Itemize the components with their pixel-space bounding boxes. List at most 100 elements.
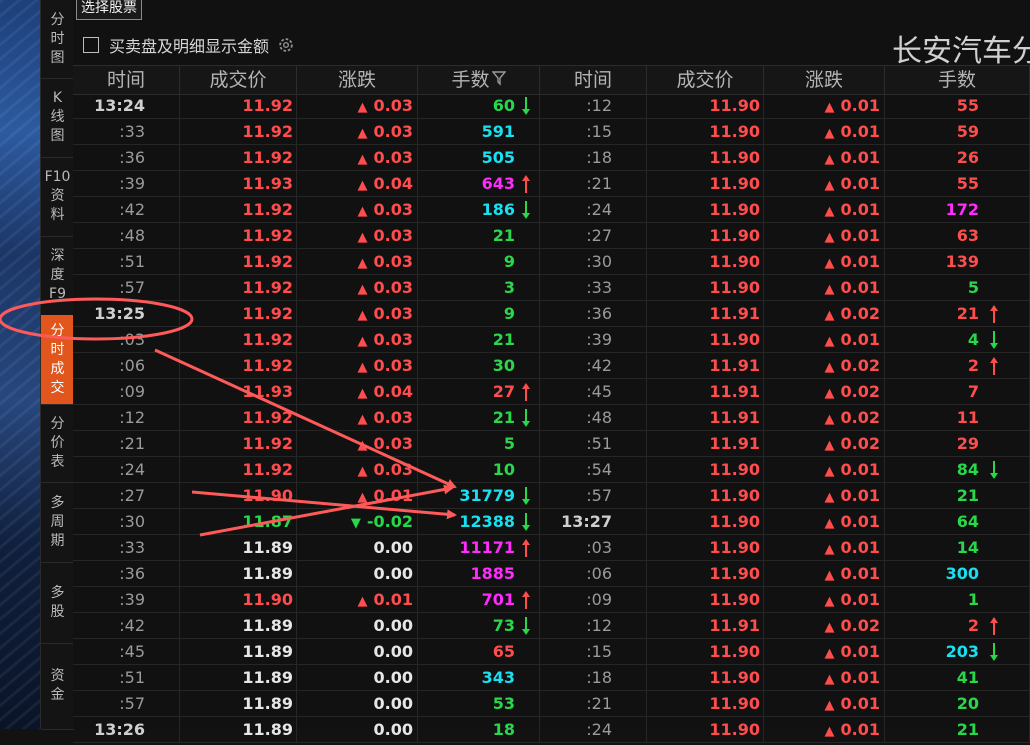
volume-cell: 2 [885,353,1030,379]
table-row[interactable]: :42 11.92 ▲ 0.03 186:24 11.90 ▲ 0.01 172 [73,197,1030,223]
change-cell: 0.00 [297,691,418,717]
price-cell: 11.92 [180,431,297,457]
nav-item-1[interactable]: K 线 图 [41,78,74,158]
price-cell: 11.92 [180,119,297,145]
time-cell: :03 [73,327,180,353]
change-cell: ▲ 0.03 [297,405,418,431]
table-row[interactable]: :51 11.89 0.00 343:18 11.90 ▲ 0.01 41 [73,665,1030,691]
change-value: 0.01 [373,486,413,505]
change-cell: ▲ 0.01 [764,587,885,613]
table-row[interactable]: :57 11.89 0.00 53:21 11.90 ▲ 0.01 20 [73,691,1030,717]
filter-icon[interactable] [491,70,506,86]
table-row[interactable]: :06 11.92 ▲ 0.03 30:42 11.91 ▲ 0.02 2 [73,353,1030,379]
nav-item-4[interactable]: 分 时 成 交 [41,315,74,405]
triangle-up-icon: ▲ [357,126,368,141]
show-amount-label: 买卖盘及明细显示金额 [109,37,270,56]
nav-item-6[interactable]: 多 周 期 [41,482,74,563]
price-cell: 11.90 [180,483,297,509]
table-row[interactable]: :03 11.92 ▲ 0.03 21:39 11.90 ▲ 0.01 4 [73,327,1030,353]
arrow-up-icon [990,617,998,635]
table-row[interactable]: :36 11.89 0.00 1885:06 11.90 ▲ 0.01 300 [73,561,1030,587]
price-cell: 11.90 [647,483,764,509]
table-row[interactable]: 13:25 11.92 ▲ 0.03 9:36 11.91 ▲ 0.02 21 [73,301,1030,327]
triangle-down-icon: ▼ [350,516,361,531]
header-cell[interactable]: 手数 [418,66,540,94]
header-cell[interactable]: 时间 [73,66,180,94]
triangle-up-icon: ▲ [824,724,835,739]
price-cell: 11.91 [647,353,764,379]
price-cell: 11.90 [180,587,297,613]
header-cell[interactable]: 成交价 [180,66,297,94]
triangle-up-icon: ▲ [824,594,835,609]
arrow-down-icon [990,331,998,349]
table-row[interactable]: :33 11.92 ▲ 0.03 591:15 11.90 ▲ 0.01 59 [73,119,1030,145]
time-cell: :33 [73,535,180,561]
price-cell: 11.92 [180,405,297,431]
table-row[interactable]: :51 11.92 ▲ 0.03 9:30 11.90 ▲ 0.01 139 [73,249,1030,275]
header-cell[interactable]: 涨跌 [764,66,885,94]
nav-item-3[interactable]: 深 度 F9 [41,236,74,316]
change-value: 0.00 [373,642,413,661]
table-row[interactable]: :12 11.92 ▲ 0.03 21:48 11.91 ▲ 0.02 11 [73,405,1030,431]
table-row[interactable]: :39 11.93 ▲ 0.04 643:21 11.90 ▲ 0.01 55 [73,171,1030,197]
table-row[interactable]: :39 11.90 ▲ 0.01 701:09 11.90 ▲ 0.01 1 [73,587,1030,613]
select-stock-button[interactable]: 选择股票 [76,0,142,20]
table-row[interactable]: :27 11.90 ▲ 0.01 31779:57 11.90 ▲ 0.01 21 [73,483,1030,509]
table-row[interactable]: :33 11.89 0.00 11171:03 11.90 ▲ 0.01 14 [73,535,1030,561]
price-cell: 11.92 [180,145,297,171]
table-row[interactable]: 13:24 11.92 ▲ 0.03 60:12 11.90 ▲ 0.01 55 [73,93,1030,119]
change-cell: ▲ 0.04 [297,379,418,405]
price-cell: 11.90 [647,249,764,275]
change-value: 0.01 [840,278,880,297]
price-cell: 11.90 [647,145,764,171]
change-value: 0.01 [840,96,880,115]
header-cell[interactable]: 手数 [885,66,1030,94]
triangle-up-icon: ▲ [824,490,835,505]
time-cell: :57 [73,691,180,717]
change-cell: ▲ 0.02 [764,613,885,639]
table-row[interactable]: :57 11.92 ▲ 0.03 3:33 11.90 ▲ 0.01 5 [73,275,1030,301]
triangle-up-icon: ▲ [357,464,368,479]
table-row[interactable]: 13:26 11.89 0.00 18:24 11.90 ▲ 0.01 21 [73,717,1030,743]
header-cell[interactable]: 时间 [540,66,647,94]
table-row[interactable]: :30 11.87 ▼ -0.02 12388 13:27 11.90 ▲ 0.01 64 [73,509,1030,535]
volume-cell: 64 [885,509,1030,535]
change-value: 0.04 [373,174,413,193]
time-cell: :39 [73,171,180,197]
table-row[interactable]: :45 11.89 0.00 65:15 11.90 ▲ 0.01 203 [73,639,1030,665]
nav-item-0[interactable]: 分 时 图 [41,0,74,79]
table-row[interactable]: :48 11.92 ▲ 0.03 21:27 11.90 ▲ 0.01 63 [73,223,1030,249]
table-row[interactable]: :09 11.93 ▲ 0.04 27:45 11.91 ▲ 0.02 7 [73,379,1030,405]
nav-item-2[interactable]: F10 资 料 [41,157,74,237]
nav-item-5[interactable]: 分 价 表 [41,404,74,483]
table-row[interactable]: :21 11.92 ▲ 0.03 5:51 11.91 ▲ 0.02 29 [73,431,1030,457]
triangle-up-icon: ▲ [357,438,368,453]
triangle-up-icon: ▲ [824,646,835,661]
header-cell[interactable]: 成交价 [647,66,764,94]
nav-item-7[interactable]: 多 股 [41,562,74,644]
change-cell: ▲ 0.03 [297,197,418,223]
volume-cell: 1 [885,587,1030,613]
triangle-up-icon: ▲ [824,516,835,531]
change-value: 0.01 [840,564,880,583]
change-cell: ▲ 0.01 [764,691,885,717]
change-value: 0.01 [840,486,880,505]
change-value: 0.01 [840,590,880,609]
change-value: 0.03 [373,148,413,167]
change-cell: ▲ 0.01 [764,171,885,197]
table-row[interactable]: :36 11.92 ▲ 0.03 505:18 11.90 ▲ 0.01 26 [73,145,1030,171]
change-cell: ▲ 0.01 [764,275,885,301]
price-cell: 11.92 [180,301,297,327]
price-cell: 11.89 [180,665,297,691]
table-row[interactable]: :42 11.89 0.00 73:12 11.91 ▲ 0.02 2 [73,613,1030,639]
show-amount-option[interactable]: 买卖盘及明细显示金额 [83,33,295,57]
header-cell[interactable]: 涨跌 [297,66,418,94]
nav-item-8[interactable]: 资 金 [41,643,74,730]
show-amount-checkbox[interactable] [83,37,99,53]
time-cell: :48 [540,405,647,431]
gear-icon[interactable] [277,36,295,54]
arrow-up-icon [522,591,530,609]
price-cell: 11.91 [647,405,764,431]
table-row[interactable]: :24 11.92 ▲ 0.03 10:54 11.90 ▲ 0.01 84 [73,457,1030,483]
time-cell: :06 [540,561,647,587]
